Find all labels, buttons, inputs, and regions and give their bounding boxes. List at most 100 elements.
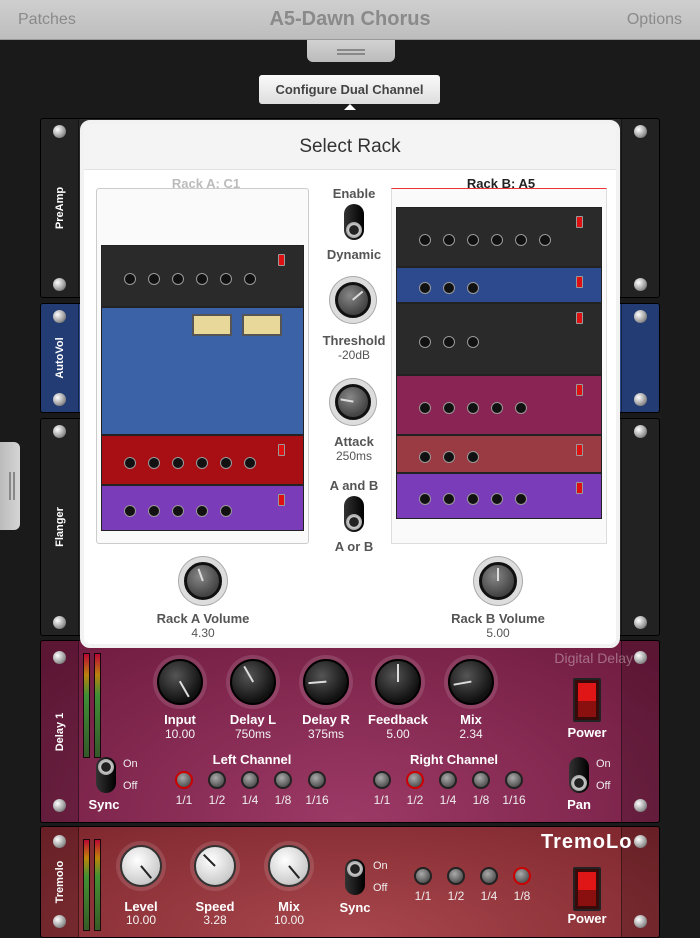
- mini-knob: [443, 493, 455, 505]
- mini-knob: [419, 402, 431, 414]
- mini-knob: [244, 273, 256, 285]
- power-switch[interactable]: [573, 678, 601, 722]
- mini-knob: [467, 402, 479, 414]
- input-knob[interactable]: [157, 659, 203, 705]
- tremolo-logo: TremoLo: [541, 831, 633, 853]
- brand-label: Digital Delay: [554, 650, 633, 666]
- vu-meter: [242, 314, 282, 336]
- delay-l-knob[interactable]: [230, 659, 276, 705]
- thumb-preamp: [396, 207, 602, 267]
- mini-knob: [467, 493, 479, 505]
- attack-knob[interactable]: [335, 384, 371, 420]
- mini-knob: [515, 402, 527, 414]
- right-channel-division-button[interactable]: [439, 771, 457, 789]
- mix-knob[interactable]: [268, 845, 310, 887]
- rack-b-preview[interactable]: [391, 188, 607, 544]
- sync-toggle[interactable]: [96, 757, 116, 793]
- thumb-graphic-eq: [101, 307, 304, 435]
- mini-knob: [172, 505, 184, 517]
- mini-knob: [124, 457, 136, 469]
- thumb-digital-reverb: [396, 473, 602, 519]
- mini-knob: [443, 451, 455, 463]
- speed-knob[interactable]: [194, 845, 236, 887]
- mini-knob: [148, 457, 160, 469]
- mini-knob: [419, 493, 431, 505]
- rack-label: Tremolo: [53, 860, 66, 904]
- threshold-label: Threshold: [322, 333, 386, 348]
- mini-knob: [515, 234, 527, 246]
- mini-knob: [443, 402, 455, 414]
- side-drawer-handle[interactable]: [0, 442, 20, 530]
- trem-division-button[interactable]: [447, 867, 465, 885]
- enable-label: Enable: [332, 186, 376, 201]
- thumb-digital-delay: [396, 375, 602, 435]
- mix-knob[interactable]: [448, 659, 494, 705]
- level-knob[interactable]: [120, 845, 162, 887]
- mini-power-switch: [576, 276, 583, 288]
- routing-mode-toggle[interactable]: [344, 496, 364, 532]
- rack-a-volume-knob[interactable]: [184, 562, 222, 600]
- mini-knob: [172, 457, 184, 469]
- left-channel-division-button[interactable]: [208, 771, 226, 789]
- mini-knob: [467, 336, 479, 348]
- configure-dual-channel-button[interactable]: Configure Dual Channel: [259, 75, 440, 104]
- dynamic-enable-toggle[interactable]: [344, 204, 364, 240]
- mini-knob: [491, 493, 503, 505]
- mini-knob: [220, 505, 232, 517]
- thumb-preamp: [101, 245, 304, 307]
- mini-knob: [124, 273, 136, 285]
- right-channel-division-button[interactable]: [505, 771, 523, 789]
- division-label: 1/4: [439, 793, 457, 807]
- mini-power-switch: [576, 482, 583, 494]
- mini-knob: [124, 505, 136, 517]
- popover-title: Select Rack: [84, 124, 616, 170]
- rack-b-volume-knob[interactable]: [479, 562, 517, 600]
- trem-division-button[interactable]: [414, 867, 432, 885]
- division-label: 1/4: [241, 793, 259, 807]
- trem-division-button[interactable]: [513, 867, 531, 885]
- delay-r-knob[interactable]: [303, 659, 349, 705]
- power-switch[interactable]: [573, 867, 601, 911]
- left-channel-division-button[interactable]: [274, 771, 292, 789]
- sync-label: Sync: [339, 900, 371, 915]
- options-button[interactable]: Options: [627, 11, 682, 29]
- rack-a-preview[interactable]: [96, 188, 309, 544]
- right-channel-division-button[interactable]: [472, 771, 490, 789]
- mini-power-switch: [576, 312, 583, 324]
- mini-knob: [220, 457, 232, 469]
- rack-label: Flanger: [53, 507, 66, 547]
- level-meter: [83, 839, 90, 931]
- feedback-knob[interactable]: [375, 659, 421, 705]
- left-channel-division-button[interactable]: [308, 771, 326, 789]
- threshold-knob[interactable]: [335, 282, 371, 318]
- mini-knob: [467, 282, 479, 294]
- division-label: 1/1: [175, 793, 193, 807]
- level-meter: [94, 653, 101, 758]
- navigation-bar: Patches A5-Dawn Chorus Options: [0, 0, 700, 40]
- rack-label: Delay 1: [53, 712, 66, 751]
- mini-knob: [491, 234, 503, 246]
- right-channel-division-button[interactable]: [406, 771, 424, 789]
- attack-value: 250ms: [335, 449, 373, 463]
- division-label: 1/8: [472, 793, 490, 807]
- off-label: Off: [596, 780, 611, 792]
- division-label: 1/2: [208, 793, 226, 807]
- right-channel-division-button[interactable]: [373, 771, 391, 789]
- mini-power-switch: [278, 254, 285, 266]
- mini-power-switch: [576, 444, 583, 456]
- pan-toggle[interactable]: [569, 757, 589, 793]
- mini-knob: [419, 234, 431, 246]
- drawer-handle[interactable]: [307, 40, 395, 62]
- thumb-auto-volume: [396, 267, 602, 303]
- knob-value: 10.00: [273, 913, 305, 927]
- thumb-flanger: [396, 303, 602, 375]
- trem-division-button[interactable]: [480, 867, 498, 885]
- right-channel-label: Right Channel: [409, 752, 499, 767]
- left-channel-division-button[interactable]: [241, 771, 259, 789]
- division-label: 1/1: [373, 793, 391, 807]
- dynamic-label: Dynamic: [326, 247, 382, 262]
- on-label: On: [123, 758, 138, 770]
- sync-toggle[interactable]: [345, 859, 365, 895]
- rack-label: PreAmp: [53, 186, 66, 230]
- left-channel-division-button[interactable]: [175, 771, 193, 789]
